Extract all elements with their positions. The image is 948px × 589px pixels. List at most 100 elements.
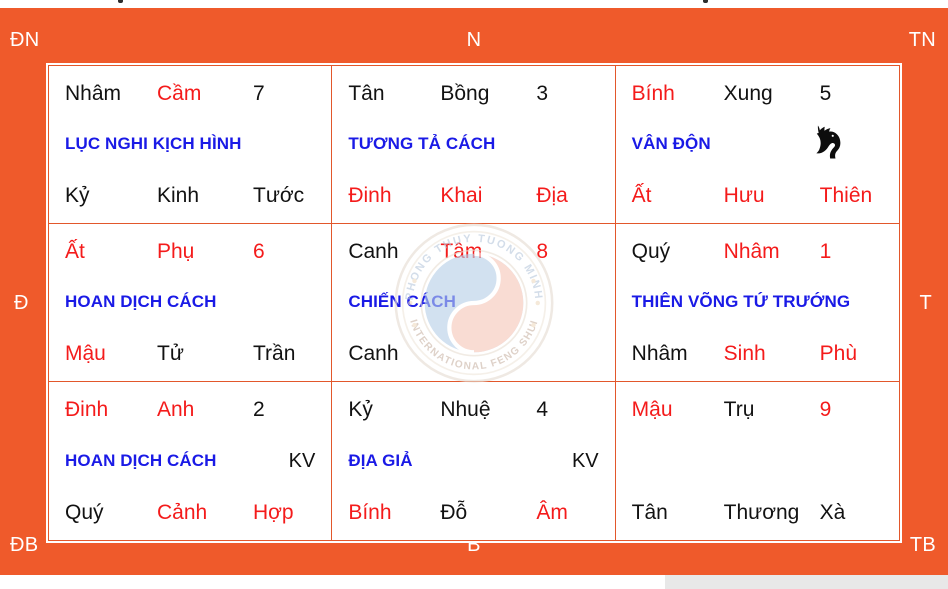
palace-pattern-row: THIÊN VÕNG TỨ TRƯỚNG	[632, 291, 883, 315]
palace-bottom-token-3: Tước	[253, 183, 305, 207]
palace-top-token-3: 7	[253, 82, 265, 105]
palace-pattern-label: LỤC NGHI KỊCH HÌNH	[65, 134, 242, 154]
palace-pattern-row	[632, 449, 883, 473]
palace-pattern-label: THIÊN VÕNG TỨ TRƯỚNG	[631, 292, 851, 312]
qimen-chart-root: ĐN N TN Đ T ĐB B TB Nhâm Cầm 7 LỤC NGHI KỊC…	[0, 0, 948, 589]
direction-label-west: T	[919, 292, 932, 314]
palace-bottom-token-1: Đinh	[348, 183, 392, 207]
palace-top-token-1: Nhâm	[65, 82, 122, 105]
palace-bottom-token-2: Khai	[440, 183, 483, 207]
palace-top-token-2: Trụ	[723, 398, 755, 421]
palace-top-token-1: Canh	[348, 240, 399, 263]
palace-top-token-2: Cầm	[157, 82, 202, 105]
palace-pattern-row: LỤC NGHI KỊCH HÌNH	[65, 133, 315, 157]
palace-bottom-token-2: Cảnh	[157, 500, 208, 524]
palace-bottom-row: Quý Cảnh Hợp	[65, 501, 315, 524]
palace-bottom-token-3: Thiên	[819, 183, 873, 207]
palace-cell-3[interactable]: Tân Bồng 3 TƯƠNG TẢ CÁCH Đinh Khai Địa	[332, 66, 616, 224]
palace-top-token-1: Tân	[348, 82, 385, 105]
qimen-grid-wrapper: Nhâm Cầm 7 LỤC NGHI KỊCH HÌNH Kỷ Kinh Tước Tân B…	[46, 63, 902, 543]
palace-bottom-row: Kỷ Kinh Tước	[65, 184, 315, 207]
palace-bottom-token-1: Mậu	[65, 341, 106, 365]
palace-pattern-row: VÂN ĐỘN	[632, 133, 883, 157]
palace-cell-6[interactable]: Ất Phụ 6 HOAN DỊCH CÁCH Mậu Tử Trần	[49, 224, 333, 382]
palace-bottom-token-3: Trần	[253, 341, 296, 365]
palace-cell-8[interactable]: Canh Tâm 8 CHIẾN CÁCH Canh	[332, 224, 616, 382]
palace-bottom-token-2: Đỗ	[440, 500, 468, 524]
palace-top-token-3: 5	[819, 82, 832, 105]
palace-kv-badge: KV	[571, 450, 599, 472]
palace-top-token-1: Quý	[631, 240, 671, 263]
direction-label-east: Đ	[14, 292, 29, 314]
palace-bottom-row: Đinh Khai Địa	[348, 184, 598, 207]
palace-top-token-1: Mậu	[631, 398, 673, 421]
cut-off-title-sliver	[0, 0, 948, 8]
palace-pattern-row: HOAN DỊCH CÁCH KV	[65, 449, 315, 473]
palace-cell-1[interactable]: Quý Nhâm 1 THIÊN VÕNG TỨ TRƯỚNG Nhâm Sinh Phù	[615, 224, 899, 382]
palace-top-token-3: 6	[253, 240, 265, 263]
palace-top-token-1: Bính	[631, 82, 675, 105]
palace-top-token-3: 2	[253, 398, 265, 421]
palace-top-row: Bính Xung 5	[632, 82, 883, 105]
palace-top-token-2: Bồng	[440, 82, 490, 105]
palace-bottom-token-2: Thương	[723, 500, 800, 524]
palace-cell-7[interactable]: Nhâm Cầm 7 LỤC NGHI KỊCH HÌNH Kỷ Kinh Tước	[49, 66, 333, 224]
palace-top-row: Ất Phụ 6	[65, 240, 315, 263]
palace-pattern-label: TƯƠNG TẢ CÁCH	[348, 134, 496, 154]
palace-bottom-token-1: Kỷ	[65, 183, 90, 207]
palace-top-token-2: Nhâm	[723, 240, 780, 263]
palace-pattern-row: ĐỊA GIẢ KV	[348, 449, 598, 473]
palace-pattern-label: ĐỊA GIẢ	[348, 450, 413, 470]
palace-bottom-row: Ất Hưu Thiên	[632, 184, 883, 207]
palace-pattern-label: CHIẾN CÁCH	[348, 292, 457, 312]
palace-pattern-label: VÂN ĐỘN	[631, 134, 711, 154]
palace-top-row: Quý Nhâm 1	[632, 240, 883, 263]
palace-top-token-1: Kỷ	[348, 398, 373, 421]
palace-bottom-token-1: Tân	[631, 500, 668, 524]
palace-top-token-2: Xung	[723, 82, 773, 105]
palace-bottom-row: Mậu Tử Trần	[65, 342, 315, 365]
palace-bottom-row: Nhâm Sinh Phù	[632, 342, 883, 365]
palace-top-row: Canh Tâm 8	[348, 240, 598, 263]
palace-top-token-1: Đinh	[65, 398, 109, 421]
compass-field: ĐN N TN Đ T ĐB B TB Nhâm Cầm 7 LỤC NGHI KỊC…	[0, 8, 948, 575]
direction-label-south: N	[466, 29, 482, 51]
palace-bottom-row: Bính Đỗ Âm	[348, 501, 598, 524]
palace-top-row: Đinh Anh 2	[65, 398, 315, 421]
palace-bottom-token-1: Canh	[348, 341, 399, 365]
direction-label-southwest: TN	[908, 29, 936, 51]
palace-bottom-token-1: Ất	[631, 183, 652, 207]
palace-cell-5[interactable]: Bính Xung 5 VÂN ĐỘN Ất Hưu Thiên	[615, 66, 899, 224]
palace-top-token-3: 1	[819, 240, 832, 263]
palace-bottom-token-1: Quý	[65, 500, 104, 524]
palace-bottom-token-1: Nhâm	[631, 341, 688, 365]
palace-cell-4[interactable]: Kỷ Nhuệ 4 ĐỊA GIẢ KV Bính Đỗ Âm	[332, 382, 616, 540]
palace-top-token-3: 3	[536, 82, 549, 105]
palace-top-token-1: Ất	[65, 240, 85, 263]
palace-bottom-token-2: Kinh	[157, 183, 200, 207]
palace-top-token-2: Anh	[157, 398, 195, 421]
palace-top-row: Nhâm Cầm 7	[65, 82, 315, 105]
palace-bottom-token-2: Hưu	[723, 183, 765, 207]
palace-cell-2[interactable]: Đinh Anh 2 HOAN DỊCH CÁCH KV Quý Cảnh Hợp	[49, 382, 333, 540]
palace-top-token-3: 8	[536, 240, 549, 263]
palace-top-row: Kỷ Nhuệ 4	[348, 398, 598, 421]
palace-bottom-token-3: Âm	[536, 500, 568, 524]
palace-bottom-row: Canh	[348, 342, 598, 365]
palace-top-row: Mậu Trụ 9	[632, 398, 883, 421]
palace-pattern-row: HOAN DỊCH CÁCH	[65, 291, 315, 315]
palace-bottom-token-2: Sinh	[723, 341, 766, 365]
palace-bottom-token-3: Xà	[819, 500, 846, 524]
palace-top-row: Tân Bồng 3	[348, 82, 598, 105]
palace-kv-badge: KV	[288, 450, 316, 472]
palace-top-token-2: Phụ	[157, 240, 195, 263]
palace-top-token-2: Tâm	[440, 240, 483, 263]
palace-pattern-row: TƯƠNG TẢ CÁCH	[348, 133, 598, 157]
palace-top-token-3: 4	[536, 398, 549, 421]
palace-top-token-2: Nhuệ	[440, 398, 491, 421]
palace-bottom-token-3: Phù	[819, 341, 858, 365]
palace-pattern-row: CHIẾN CÁCH	[348, 291, 598, 315]
direction-label-northwest: TB	[909, 534, 936, 556]
palace-cell-9[interactable]: Mậu Trụ 9 Tân Thương Xà	[616, 382, 899, 540]
qimen-grid: Nhâm Cầm 7 LỤC NGHI KỊCH HÌNH Kỷ Kinh Tước Tân B…	[48, 65, 900, 541]
